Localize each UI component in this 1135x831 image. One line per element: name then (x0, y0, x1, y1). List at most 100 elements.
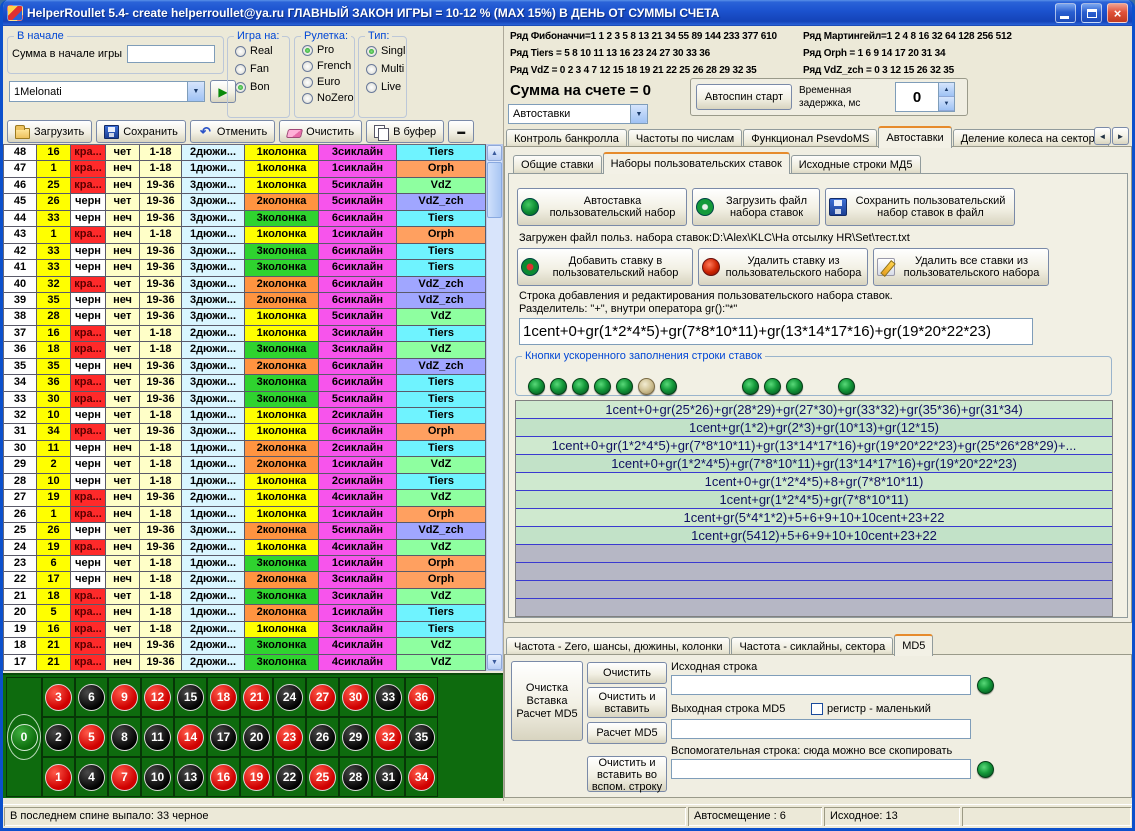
board-cell-2[interactable]: 2 (42, 717, 75, 757)
load-button[interactable]: Загрузить (7, 120, 92, 143)
save-bet-set-file-button[interactable]: Сохранить пользовательский набор ставок … (825, 188, 1015, 226)
quick-chip-button[interactable] (594, 378, 611, 395)
sub-tab-2[interactable]: Наборы пользовательских ставок (603, 152, 790, 174)
profile-select[interactable]: 1Melonati ▼ (9, 81, 205, 102)
tabs-scroll-left-icon[interactable]: ◄ (1094, 127, 1111, 145)
radio-real[interactable]: Real (228, 42, 289, 60)
md5-source-chip-button[interactable] (977, 677, 994, 694)
board-cell-1[interactable]: 1 (42, 757, 75, 797)
board-cell-4[interactable]: 4 (75, 757, 108, 797)
quick-chip-button[interactable] (838, 378, 855, 395)
autospin-button[interactable]: Автоспин старт (696, 84, 792, 110)
board-cell-31[interactable]: 31 (372, 757, 405, 797)
radio-singl[interactable]: Singl (359, 42, 406, 60)
board-cell-18[interactable]: 18 (207, 677, 240, 717)
board-cell-10[interactable]: 10 (141, 757, 174, 797)
quick-chip-button[interactable] (660, 378, 677, 395)
radio-live[interactable]: Live (359, 78, 406, 96)
spin-down-icon[interactable]: ▼ (939, 97, 954, 111)
tabs-scroll-right-icon[interactable]: ► (1112, 127, 1129, 145)
board-cell-27[interactable]: 27 (306, 677, 339, 717)
quick-chip-button[interactable] (550, 378, 567, 395)
quick-chip-button[interactable] (638, 378, 655, 395)
chevron-down-icon[interactable]: ▼ (187, 82, 204, 101)
md5-clear-paste-calc-button[interactable]: Очистка Вставка Расчет MD5 (511, 661, 583, 741)
clear-button[interactable]: Очистить (279, 120, 362, 143)
minimize-table-button[interactable]: ▬ (448, 120, 474, 143)
minimize-button[interactable] (1055, 3, 1076, 23)
scroll-up-icon[interactable]: ▲ (487, 145, 502, 161)
quick-chip-button[interactable] (764, 378, 781, 395)
close-button[interactable]: × (1107, 3, 1128, 23)
board-cell-32[interactable]: 32 (372, 717, 405, 757)
radio-multi[interactable]: Multi (359, 60, 406, 78)
quick-chip-button[interactable] (616, 378, 633, 395)
spin-up-icon[interactable]: ▲ (939, 83, 954, 97)
board-cell-22[interactable]: 22 (273, 757, 306, 797)
board-cell-7[interactable]: 7 (108, 757, 141, 797)
bet-list-item[interactable]: 1cent+gr(1*2)+gr(2*3)+gr(10*13)+gr(12*15… (516, 419, 1112, 437)
add-bet-to-set-button[interactable]: Добавить ставку в пользовательский набор (517, 248, 693, 286)
radio-pro[interactable]: Pro (295, 42, 354, 58)
board-cell-8[interactable]: 8 (108, 717, 141, 757)
start-sum-input[interactable] (127, 45, 215, 63)
board-cell-33[interactable]: 33 (372, 677, 405, 717)
radio-euro[interactable]: Euro (295, 74, 354, 90)
bet-list-item[interactable]: 1cent+0+gr(25*26)+gr(28*29)+gr(27*30)+gr… (516, 401, 1112, 419)
quick-chip-button[interactable] (572, 378, 589, 395)
copy-to-clipboard-button[interactable]: В буфер (366, 120, 444, 143)
radio-french[interactable]: French (295, 58, 354, 74)
board-cell-20[interactable]: 20 (240, 717, 273, 757)
radio-fan[interactable]: Fan (228, 60, 289, 78)
board-cell-6[interactable]: 6 (75, 677, 108, 717)
board-cell-24[interactable]: 24 (273, 677, 306, 717)
md5-helper-input[interactable] (671, 759, 971, 779)
md5-calc-button[interactable]: Расчет MD5 (587, 722, 667, 744)
bet-list-item[interactable]: 1cent+gr(5*4*1*2)+5+6+9+10+10cent+23+22 (516, 509, 1112, 527)
md5-clear-and-paste-button[interactable]: Очистить и вставить (587, 687, 667, 718)
quick-chip-button[interactable] (742, 378, 759, 395)
remove-all-bets-button[interactable]: Удалить все ставки из пользовательского … (873, 248, 1049, 286)
board-cell-17[interactable]: 17 (207, 717, 240, 757)
bottom-tab-3[interactable]: MD5 (894, 634, 933, 656)
delay-spinner[interactable]: 0 ▲ ▼ (895, 82, 955, 112)
board-cell-16[interactable]: 16 (207, 757, 240, 797)
maximize-button[interactable] (1081, 3, 1102, 23)
sub-tab-3[interactable]: Исходные строки МД5 (791, 155, 921, 174)
chevron-down-icon[interactable]: ▼ (630, 105, 647, 123)
board-cell-zero[interactable]: 0 (6, 677, 42, 797)
scroll-down-icon[interactable]: ▼ (487, 654, 502, 670)
board-cell-35[interactable]: 35 (405, 717, 438, 757)
board-cell-29[interactable]: 29 (339, 717, 372, 757)
autobet-custom-set-button[interactable]: Автоставка пользовательский набор (517, 188, 687, 226)
scrollbar-thumb[interactable] (487, 162, 502, 218)
quick-chip-button[interactable] (528, 378, 545, 395)
board-cell-23[interactable]: 23 (273, 717, 306, 757)
lowercase-checkbox[interactable]: регистр - маленький (811, 703, 931, 715)
bet-string-input[interactable] (519, 318, 1033, 345)
history-scrollbar[interactable]: ▲ ▼ (486, 144, 503, 671)
board-cell-30[interactable]: 30 (339, 677, 372, 717)
main-tab-4[interactable]: Автоставки (878, 126, 951, 148)
board-cell-25[interactable]: 25 (306, 757, 339, 797)
board-cell-3[interactable]: 3 (42, 677, 75, 717)
autobets-select[interactable]: Автоставки ▼ (508, 104, 648, 124)
board-cell-34[interactable]: 34 (405, 757, 438, 797)
board-cell-36[interactable]: 36 (405, 677, 438, 717)
md5-source-input[interactable] (671, 675, 971, 695)
board-cell-21[interactable]: 21 (240, 677, 273, 717)
bet-list-item[interactable]: 1cent+0+gr(1*2*4*5)+gr(7*8*10*11)+gr(13*… (516, 437, 1112, 455)
md5-clear-button[interactable]: Очистить (587, 662, 667, 684)
bet-list-item[interactable]: 1cent+0+gr(1*2*4*5)+8+gr(7*8*10*11) (516, 473, 1112, 491)
board-cell-5[interactable]: 5 (75, 717, 108, 757)
board-cell-9[interactable]: 9 (108, 677, 141, 717)
board-cell-28[interactable]: 28 (339, 757, 372, 797)
board-cell-11[interactable]: 11 (141, 717, 174, 757)
remove-bet-from-set-button[interactable]: Удалить ставку из пользовательского набо… (698, 248, 868, 286)
md5-helper-chip-button[interactable] (977, 761, 994, 778)
md5-clear-paste-helper-button[interactable]: Очистить и вставить во вспом. строку (587, 756, 667, 792)
md5-output-input[interactable] (671, 719, 971, 739)
board-cell-13[interactable]: 13 (174, 757, 207, 797)
radio-bon[interactable]: Bon (228, 78, 289, 96)
quick-chip-button[interactable] (786, 378, 803, 395)
